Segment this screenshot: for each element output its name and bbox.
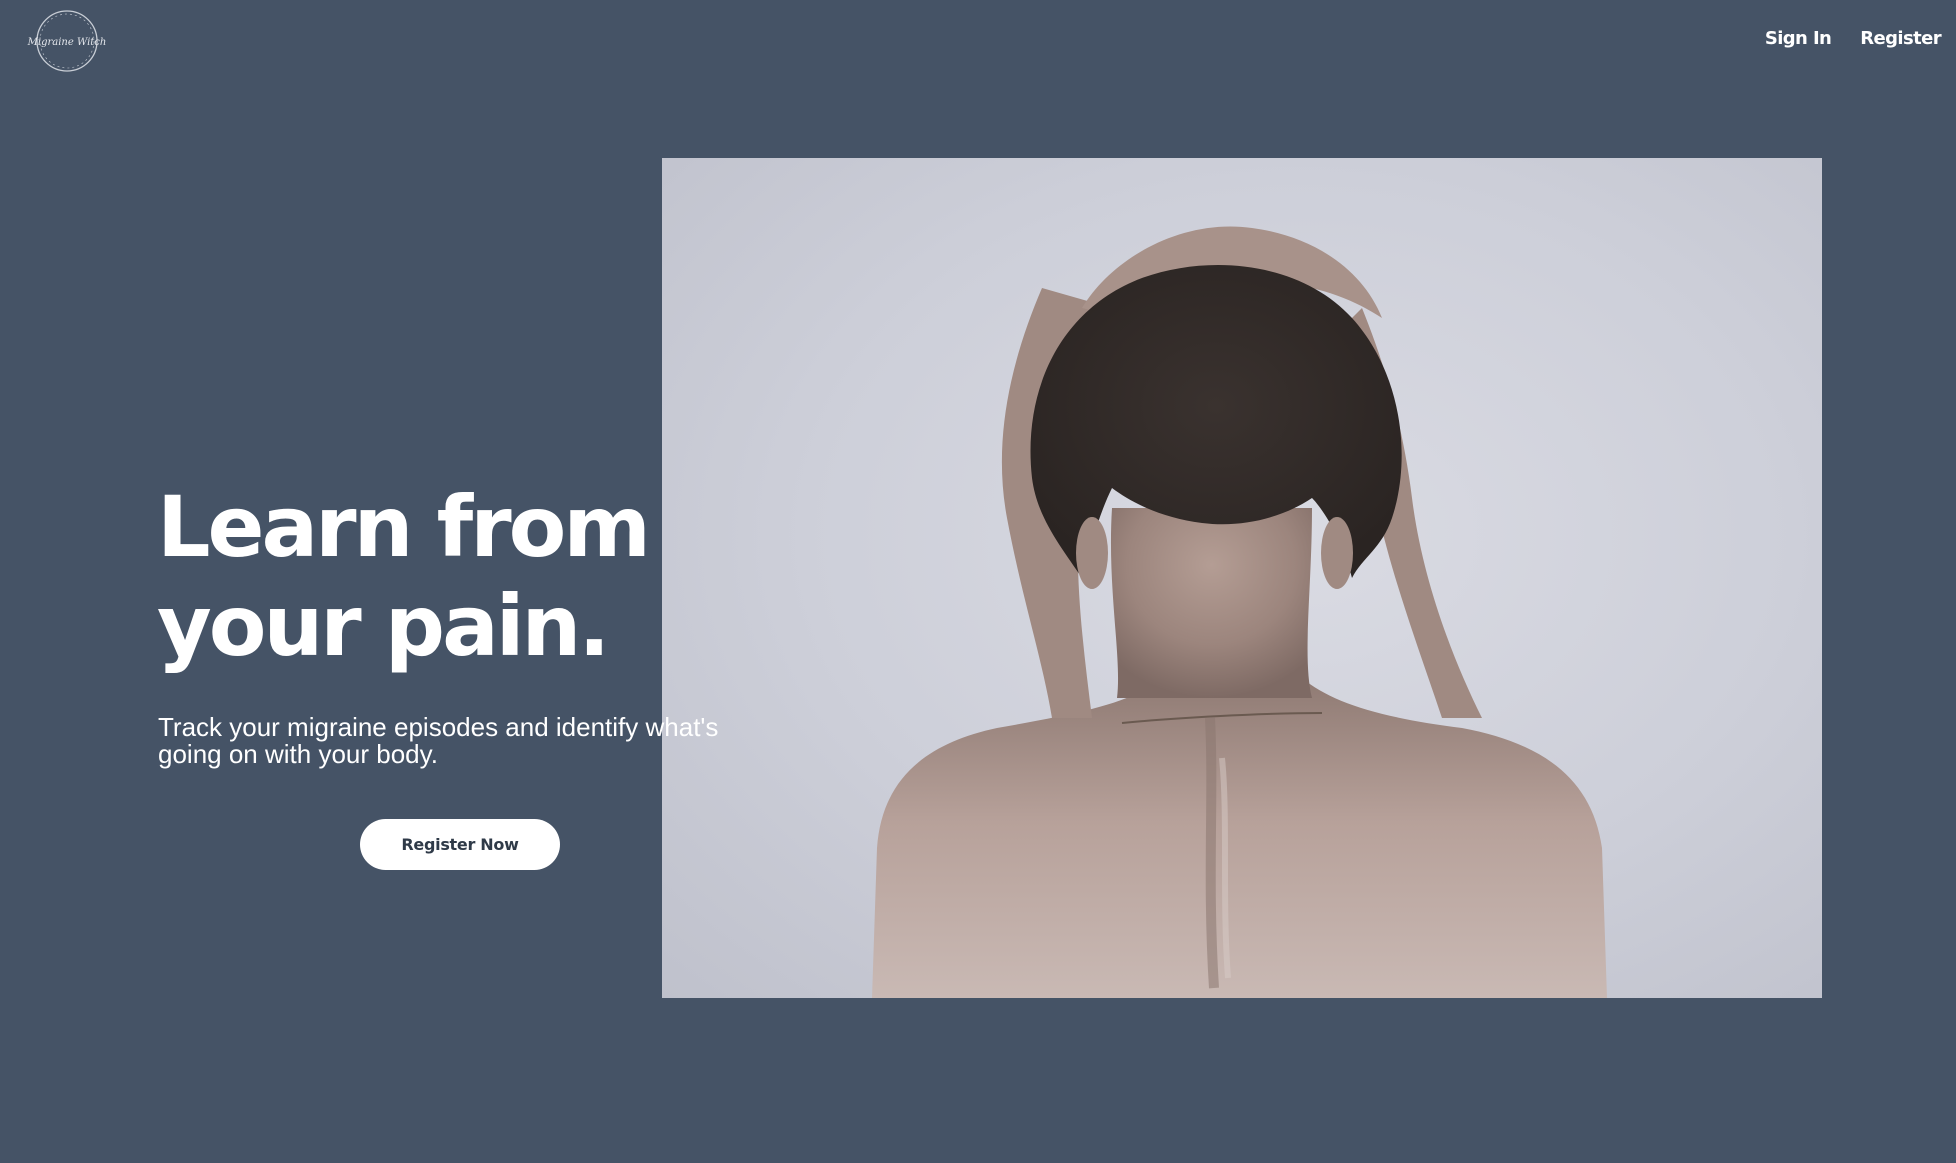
logo[interactable]: Migraine Witch [27,8,108,73]
register-link[interactable]: Register [1860,28,1941,49]
person-holding-head-illustration [872,226,1607,998]
hero-title: Learn from your pain. [157,478,717,676]
top-nav: Sign In Register [1765,28,1942,49]
hero-subtitle: Track your migraine episodes and identif… [158,712,719,769]
logo-emblem: Migraine Witch [27,10,106,72]
hero-title-line-1: Learn from [157,478,651,576]
sign-in-link[interactable]: Sign In [1765,28,1832,49]
logo-text: Migraine Witch [27,37,106,48]
hero-image [662,158,1822,998]
register-now-button[interactable]: Register Now [360,819,560,870]
hero-title-line-2: your pain. [157,577,610,675]
